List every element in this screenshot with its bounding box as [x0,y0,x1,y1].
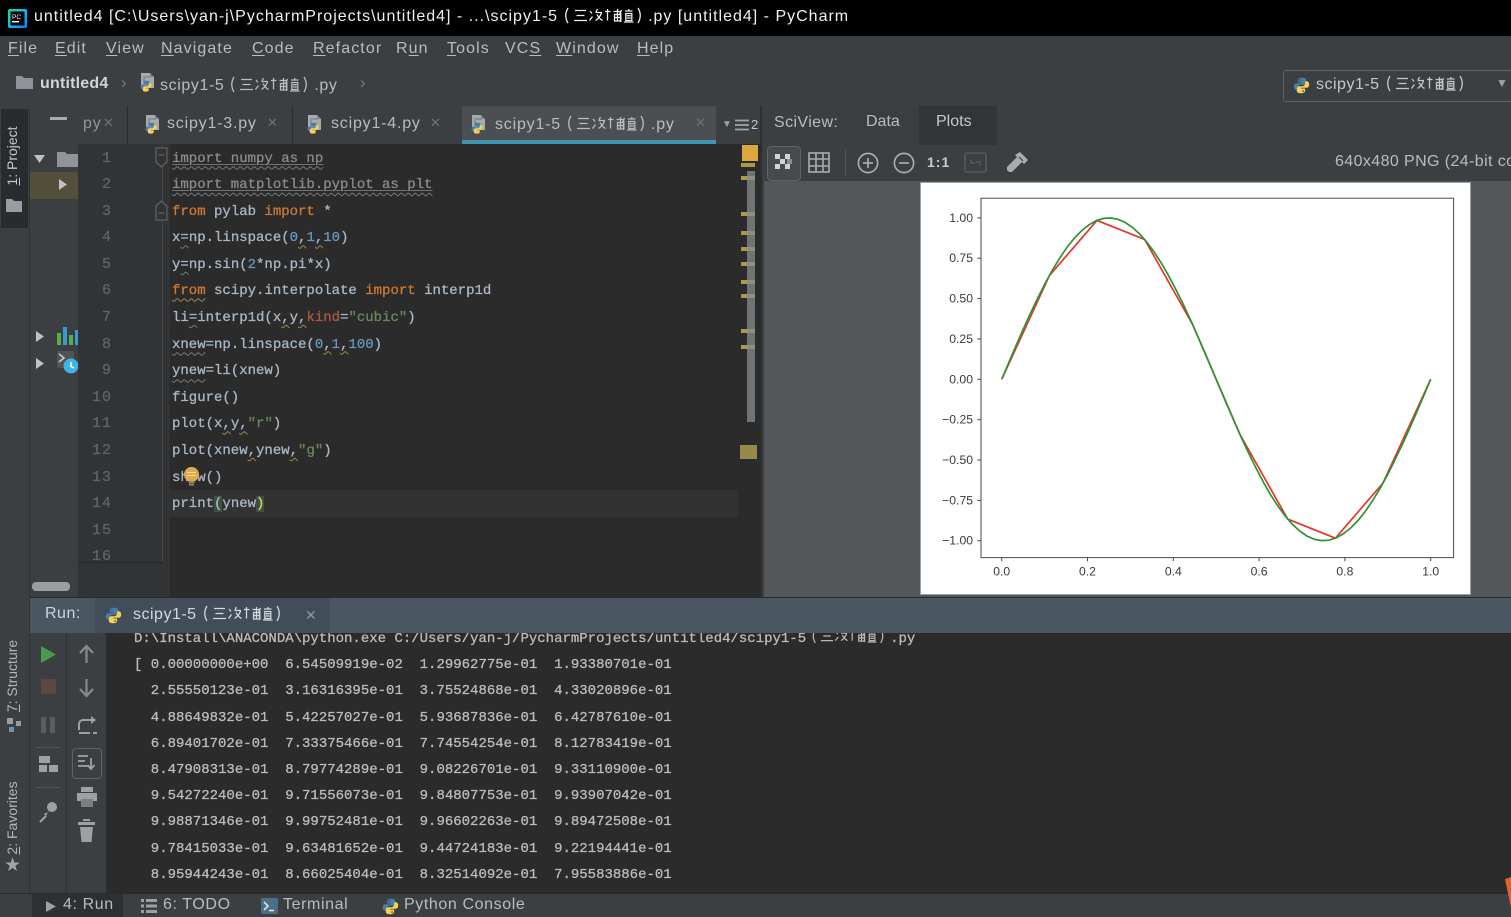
svg-text:−0.75: −0.75 [942,493,973,507]
svg-text:0.50: 0.50 [949,292,973,306]
svg-text:1.00: 1.00 [949,211,973,225]
svg-text:0.6: 0.6 [1251,565,1268,579]
svg-text:1.0: 1.0 [1422,565,1439,579]
svg-text:0.0: 0.0 [993,565,1010,579]
svg-text:0.8: 0.8 [1336,565,1353,579]
svg-text:0.75: 0.75 [949,251,973,265]
svg-text:−0.50: −0.50 [942,453,973,467]
svg-text:0.00: 0.00 [949,372,973,386]
svg-text:0.2: 0.2 [1079,565,1096,579]
svg-text:PC: PC [12,14,21,21]
svg-text:−0.25: −0.25 [942,413,973,427]
svg-text:0.4: 0.4 [1165,565,1182,579]
svg-text:0.25: 0.25 [949,332,973,346]
svg-text:−1.00: −1.00 [942,534,973,548]
